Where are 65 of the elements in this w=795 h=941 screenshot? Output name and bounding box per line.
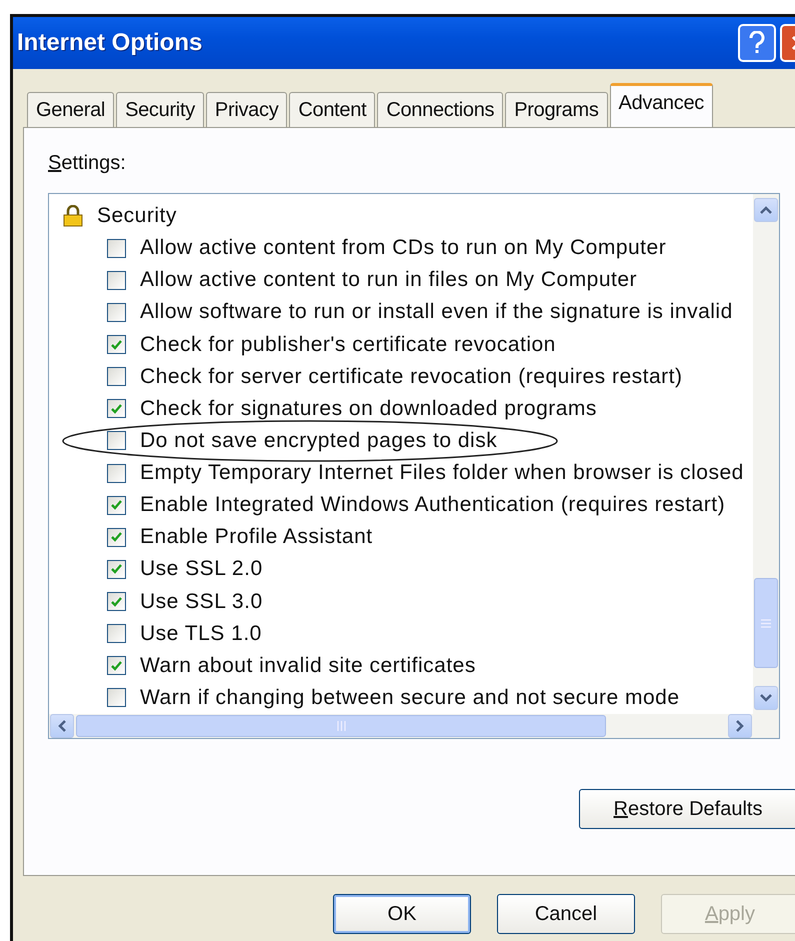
tab[interactable]: General (27, 92, 114, 127)
setting-label: Allow active content from CDs to run on My Computer (140, 236, 666, 260)
setting-label: Check for signatures on downloaded programs (140, 396, 597, 421)
setting-label: Warn if changing between secure and not secure mode (140, 686, 680, 710)
grip-icon (761, 618, 771, 628)
setting-label: Allow active content to run in files on My Computer (140, 268, 638, 292)
setting-label: Check for publisher's certificate revocation (140, 332, 556, 357)
checkmark-icon (111, 404, 122, 414)
padlock-icon (63, 205, 83, 228)
checkbox[interactable] (107, 431, 126, 450)
scrollbar-thumb[interactable] (754, 578, 778, 668)
tab[interactable]: Advancec (610, 83, 713, 127)
group-heading: Security (97, 204, 177, 228)
checkmark-icon (111, 660, 122, 671)
tab[interactable]: Programs (505, 92, 608, 127)
grip-icon (336, 721, 346, 731)
checkbox[interactable] (107, 302, 126, 322)
setting-label: Use SSL 3.0 (140, 590, 263, 614)
scroll-up-button[interactable] (754, 198, 778, 222)
checkbox[interactable] (107, 367, 126, 386)
setting-label: Enable Profile Assistant (140, 525, 373, 550)
checkbox[interactable] (107, 496, 126, 515)
checkmark-icon (111, 564, 122, 574)
setting-label: Enable Integrated Windows Authentication (requires restart) (140, 493, 726, 518)
setting-label: Use TLS 1.0 (140, 622, 262, 646)
setting-label: Check for server certificate revocation (requires restart) (140, 364, 683, 389)
checkbox[interactable] (107, 624, 126, 644)
checkbox[interactable] (107, 238, 126, 258)
checkmark-icon (111, 500, 122, 510)
checkbox[interactable] (107, 399, 126, 418)
setting-label: Do not save encrypted pages to disk (140, 428, 498, 453)
setting-label: Use SSL 2.0 (140, 557, 263, 582)
tab[interactable]: Privacy (206, 92, 288, 127)
setting-label: Warn about invalid site certificates (140, 654, 476, 678)
window-title: Internet Options (17, 29, 202, 57)
dialog-button[interactable]: Cancel (497, 894, 635, 934)
scroll-down-button[interactable] (754, 686, 778, 710)
dialog-button[interactable]: OK (333, 894, 471, 934)
scroll-right-button[interactable] (728, 714, 752, 738)
setting-label: Allow software to run or install even if the signature is invalid (140, 300, 733, 324)
setting-label: Empty Temporary Internet Files folder when browser is closed (140, 461, 744, 486)
checkbox[interactable] (107, 528, 126, 547)
checkbox[interactable] (107, 656, 126, 676)
checkbox[interactable] (107, 688, 126, 708)
tab[interactable]: Connections (377, 92, 504, 127)
caret-down-icon (760, 694, 772, 702)
question-mark-icon (749, 31, 765, 55)
help-button[interactable] (738, 24, 776, 62)
checkbox[interactable] (107, 592, 126, 612)
scrollbar-thumb[interactable] (76, 715, 606, 737)
tab[interactable]: Content (289, 92, 376, 127)
caret-right-icon (736, 720, 744, 732)
checkmark-icon (111, 340, 122, 350)
tab[interactable]: Security (116, 92, 204, 127)
checkbox[interactable] (107, 560, 126, 579)
checkmark-icon (111, 596, 122, 607)
caret-up-icon (760, 206, 772, 214)
caret-left-icon (58, 720, 66, 732)
checkmark-icon (111, 532, 122, 542)
checkbox[interactable] (107, 464, 126, 483)
scroll-left-button[interactable] (50, 714, 74, 738)
checkbox[interactable] (107, 335, 126, 354)
checkbox[interactable] (107, 270, 126, 290)
settings-label: Settings: (48, 152, 127, 175)
restore-defaults-button[interactable]: Restore Defaults (579, 789, 795, 829)
